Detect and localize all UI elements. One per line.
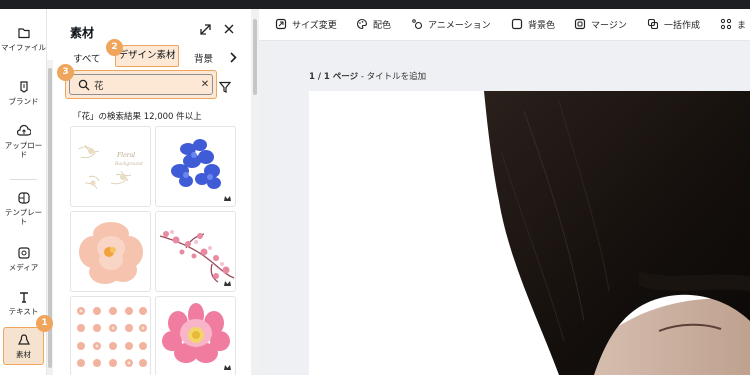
result-item-cherry-blossom[interactable] <box>155 211 236 292</box>
page-separator: - <box>358 72 367 82</box>
animation-icon <box>412 19 423 30</box>
toolbar-label: 背景色 <box>528 21 556 31</box>
search-box[interactable]: ✕ <box>69 74 213 95</box>
tab-design-elements[interactable]: デザイン素材 <box>115 45 179 67</box>
expand-icon[interactable] <box>199 23 212 36</box>
media-icon <box>17 247 30 259</box>
result-item-peach-rose[interactable] <box>70 211 151 292</box>
rail-label: ブランド <box>8 97 39 106</box>
editor-toolbar: サイズ変更 配色 アニメーション 背景色 マージン 一括作成 ま <box>259 9 750 41</box>
rail-label: マイファイル <box>1 43 46 52</box>
rail-label: アップロード <box>4 141 43 160</box>
upload-icon <box>16 124 31 136</box>
bulk-create-icon <box>647 18 659 30</box>
pro-crown-icon <box>224 281 231 286</box>
canvas-photo-woman-hair <box>309 91 750 375</box>
panel-title: 素材 <box>70 26 95 40</box>
folder-icon <box>17 28 30 39</box>
add-title-link[interactable]: タイトルを追加 <box>367 72 427 82</box>
rail-item-media[interactable]: メディア <box>0 246 47 272</box>
toolbar-label: ま <box>737 21 747 31</box>
clear-search-icon[interactable]: ✕ <box>200 79 210 91</box>
elements-panel: 素材 すべて デザイン素材 背景 ✕ 「花」の検索結果 12,000 件以上 F… <box>53 9 250 375</box>
rail-item-my-files[interactable]: マイファイル <box>0 26 47 52</box>
rail-item-text[interactable]: テキスト <box>0 290 47 316</box>
result-item-blue-flowers[interactable] <box>155 126 236 207</box>
floral-script-illustration: Floral Background <box>78 144 143 190</box>
result-item-floral-script[interactable]: Floral Background <box>70 126 151 207</box>
rail-item-brand[interactable]: ブランド <box>0 80 47 106</box>
resize-icon <box>275 18 287 30</box>
tab-all[interactable]: すべて <box>73 51 100 65</box>
flower-pattern-illustration <box>77 307 147 367</box>
result-item-pink-lotus[interactable] <box>155 296 236 375</box>
svg-text:Floral: Floral <box>116 152 135 159</box>
step-badge-3: 3 <box>57 64 74 81</box>
rail-label: メディア <box>8 263 39 272</box>
svg-text:Background: Background <box>114 161 143 167</box>
step-badge-1: 1 <box>36 315 53 332</box>
page-number: 1 / 1 ページ <box>309 72 359 82</box>
toolbar-label: 配色 <box>373 21 392 31</box>
window-top-strip <box>0 0 750 9</box>
rail-item-upload[interactable]: アップロード <box>0 124 47 160</box>
pro-crown-icon <box>224 196 231 201</box>
filter-icon[interactable] <box>219 81 231 93</box>
brand-icon <box>19 81 28 93</box>
text-icon <box>19 292 28 303</box>
search-highlight: ✕ <box>65 70 217 99</box>
panel-scrollbar-thumb[interactable] <box>253 19 257 95</box>
toolbar-label: アニメーション <box>428 21 491 31</box>
elements-icon <box>17 334 30 345</box>
palette-icon <box>356 18 368 30</box>
toolbar-label: 一括作成 <box>664 21 701 31</box>
pro-crown-icon <box>224 365 231 370</box>
toolbar-label: マージン <box>591 21 627 31</box>
toolbar-label: サイズ変更 <box>292 21 337 31</box>
rail-item-templates[interactable]: テンプレート <box>0 191 47 227</box>
search-input[interactable] <box>94 77 194 92</box>
step-badge-2: 2 <box>106 39 123 56</box>
panel-scrollbar[interactable] <box>251 9 259 375</box>
peach-rose-illustration <box>79 222 143 284</box>
search-result-count: 「花」の検索結果 12,000 件以上 <box>73 112 202 122</box>
checkbox-icon <box>511 18 523 30</box>
tab-background[interactable]: 背景 <box>194 51 213 65</box>
rail-label: テンプレート <box>4 208 43 227</box>
more-icon <box>720 18 732 30</box>
rail-item-elements[interactable]: 素材 <box>3 327 44 365</box>
template-icon <box>17 192 30 204</box>
rail-label: 素材 <box>16 350 31 359</box>
margin-icon <box>574 18 586 30</box>
result-item-flower-pattern[interactable] <box>70 296 151 375</box>
search-icon <box>78 79 90 91</box>
page-label: 1 / 1 ページ - タイトルを追加 <box>309 70 426 82</box>
rail-divider <box>10 179 37 180</box>
editor-area: サイズ変更 配色 アニメーション 背景色 マージン 一括作成 ま 1 / 1 ペ… <box>259 9 750 375</box>
close-icon[interactable] <box>223 23 235 35</box>
design-canvas[interactable] <box>309 91 750 375</box>
chevron-right-icon[interactable] <box>229 52 237 63</box>
